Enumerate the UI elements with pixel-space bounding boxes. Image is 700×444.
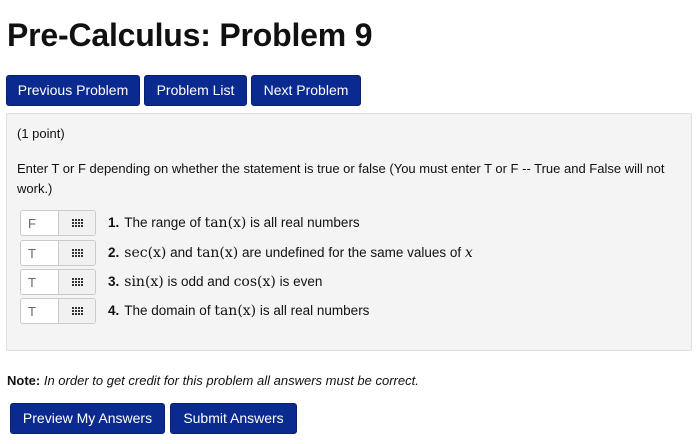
problem-panel: (1 point) Enter T or F depending on whet… [6,113,692,351]
answer-actions: Preview My Answers Submit Answers [10,403,297,434]
question-text-post: is all real numbers [246,215,360,230]
math-variable: x [464,245,473,261]
previous-problem-button[interactable]: Previous Problem [6,75,140,106]
preview-answers-button[interactable]: Preview My Answers [10,403,165,434]
question-text-pre: The domain of [124,303,215,318]
answer-field-group [20,210,96,236]
math-expression: tan(x) [204,215,247,231]
math-expression: sin(x) [124,274,164,290]
question-text-post: is all real numbers [256,303,370,318]
math-expression: tan(x) [214,303,257,319]
answer-options-button[interactable] [59,241,95,265]
problem-list-button[interactable]: Problem List [144,75,247,106]
math-expression: cos(x) [233,274,276,290]
answer-field-group [20,298,96,324]
submit-answers-button[interactable]: Submit Answers [170,403,297,434]
question-text: 4. The domain of tan(x) is all real numbe… [108,303,369,319]
note-text: In order to get credit for this problem … [43,373,419,388]
math-expression: x [465,245,473,261]
question-number: 2. [108,245,120,260]
page-title: Pre-Calculus: Problem 9 [7,17,373,53]
problem-points: (1 point) [17,126,65,141]
question-row: 4. The domain of tan(x) is all real numbe… [20,298,369,324]
note-label: Note: [7,373,41,388]
question-text-post: is even [275,274,323,289]
question-text: 3. sin(x) is odd and cos(x) is even [108,274,322,290]
answer-input-2[interactable] [21,241,59,265]
next-problem-button[interactable]: Next Problem [251,75,361,106]
question-row: 3. sin(x) is odd and cos(x) is even [20,269,322,295]
grid-icon [71,307,83,315]
question-text: 2. sec(x) and tan(x) are undefined for th… [108,245,473,261]
math-expression: tan(x) [196,245,239,261]
question-text-post: are undefined for the same values of [238,245,465,260]
answer-input-4[interactable] [21,299,59,323]
question-text-pre: The range of [124,215,205,230]
question-row: 2. sec(x) and tan(x) are undefined for th… [20,240,473,266]
grid-icon [71,219,83,227]
question-text: 1. The range of tan(x) is all real number… [108,215,360,231]
answer-input-3[interactable] [21,270,59,294]
question-number: 4. [108,303,120,318]
answer-field-group [20,240,96,266]
grid-icon [71,249,83,257]
question-number: 3. [108,274,120,289]
question-text-mid: and [166,245,197,260]
grid-icon [71,278,83,286]
question-row: 1. The range of tan(x) is all real number… [20,210,360,236]
problem-instructions: Enter T or F depending on whether the st… [17,161,665,196]
math-expression: sec(x) [124,245,167,261]
credit-note: Note: In order to get credit for this pr… [7,373,419,388]
answer-field-group [20,269,96,295]
answer-options-button[interactable] [59,299,95,323]
answer-options-button[interactable] [59,211,95,235]
answer-input-1[interactable] [21,211,59,235]
question-number: 1. [108,215,120,230]
question-text-mid: is odd and [163,274,234,289]
answer-options-button[interactable] [59,270,95,294]
problem-navigation: Previous Problem Problem List Next Probl… [6,75,361,106]
